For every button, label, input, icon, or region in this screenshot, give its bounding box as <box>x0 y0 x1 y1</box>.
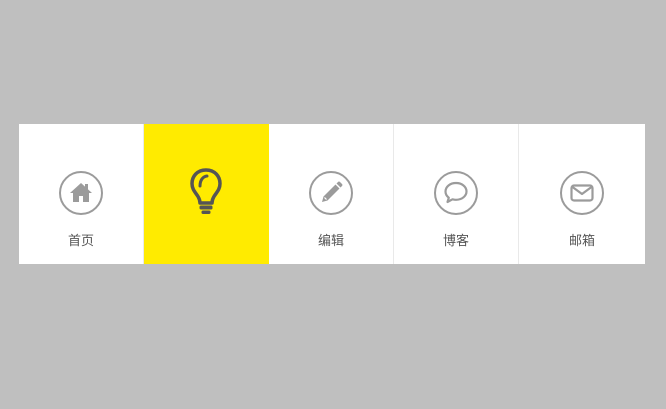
nav-item-label: 编辑 <box>317 234 344 249</box>
chat-bubble-icon <box>434 171 478 215</box>
nav-item-blog[interactable]: 博客 <box>394 124 519 264</box>
nav-item-idea[interactable] <box>144 124 269 264</box>
nav-item-home[interactable]: 首页 <box>19 124 144 264</box>
lightbulb-icon <box>190 168 222 214</box>
nav-item-edit[interactable]: 编辑 <box>269 124 394 264</box>
nav-item-label: 邮箱 <box>568 234 595 249</box>
home-icon <box>59 171 103 215</box>
icon-nav-bar: 首页 编辑 博客 邮箱 <box>19 124 645 264</box>
nav-item-label: 博客 <box>442 234 469 249</box>
nav-item-label: 首页 <box>67 234 94 249</box>
nav-item-mail[interactable]: 邮箱 <box>519 124 645 264</box>
pencil-icon <box>309 171 353 215</box>
envelope-icon <box>560 171 604 215</box>
